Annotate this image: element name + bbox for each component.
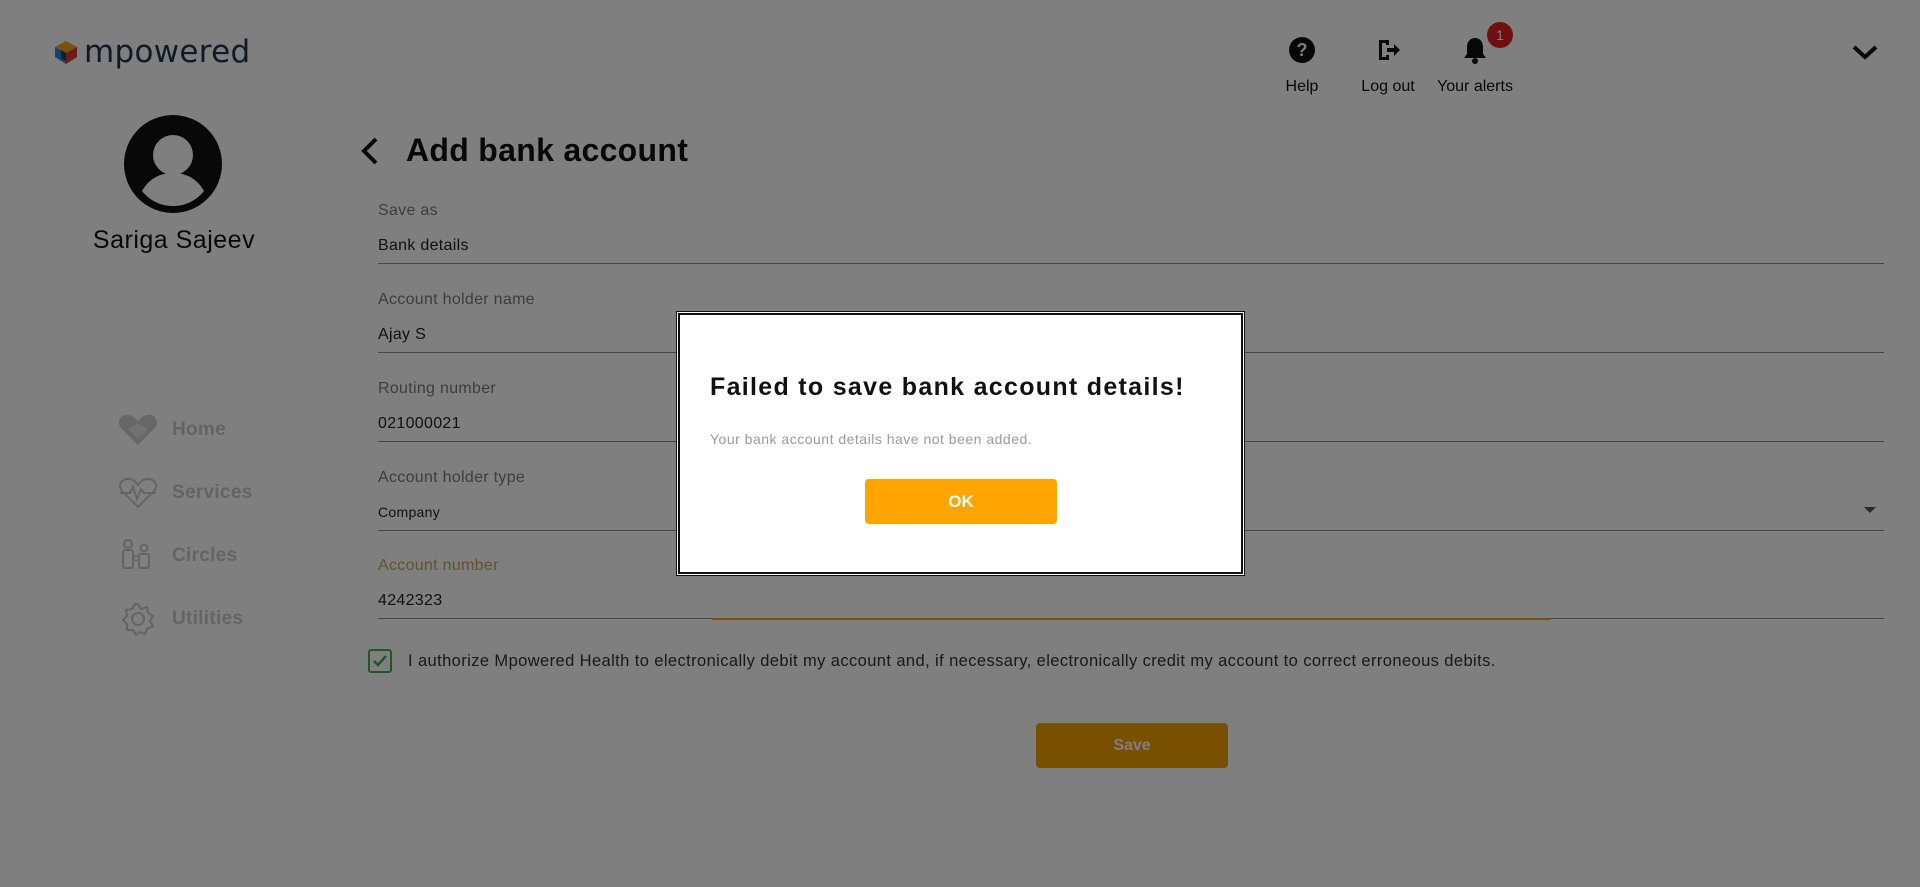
error-dialog: Failed to save bank account details! You… — [678, 313, 1243, 574]
ok-button[interactable]: OK — [865, 479, 1057, 524]
dialog-title: Failed to save bank account details! — [710, 373, 1185, 401]
dialog-message: Your bank account details have not been … — [710, 431, 1033, 447]
